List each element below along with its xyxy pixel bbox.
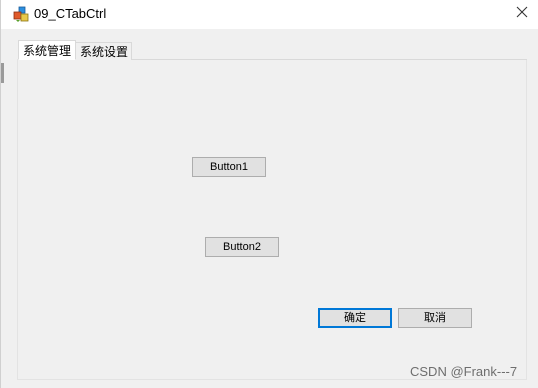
close-icon	[516, 5, 528, 23]
window-edge-marker	[1, 63, 4, 83]
tab-control-panel: Button1 Button2 确定 取消	[17, 59, 527, 380]
watermark-text: CSDN @Frank---7	[410, 364, 518, 379]
close-button[interactable]	[509, 2, 535, 26]
ok-button[interactable]: 确定	[318, 308, 392, 328]
button2[interactable]: Button2	[205, 237, 279, 257]
app-icon	[12, 6, 30, 23]
cancel-button[interactable]: 取消	[398, 308, 472, 328]
tab-strip-divider	[131, 59, 527, 60]
dialog-window: 09_CTabCtrl Button1 Button2 确定 取消 系统管理 系…	[0, 0, 538, 388]
tab-system-management[interactable]: 系统管理	[18, 40, 76, 60]
tab-system-settings[interactable]: 系统设置	[76, 42, 132, 60]
title-bar[interactable]: 09_CTabCtrl	[1, 0, 538, 29]
window-title: 09_CTabCtrl	[34, 6, 107, 21]
button1[interactable]: Button1	[192, 157, 266, 177]
